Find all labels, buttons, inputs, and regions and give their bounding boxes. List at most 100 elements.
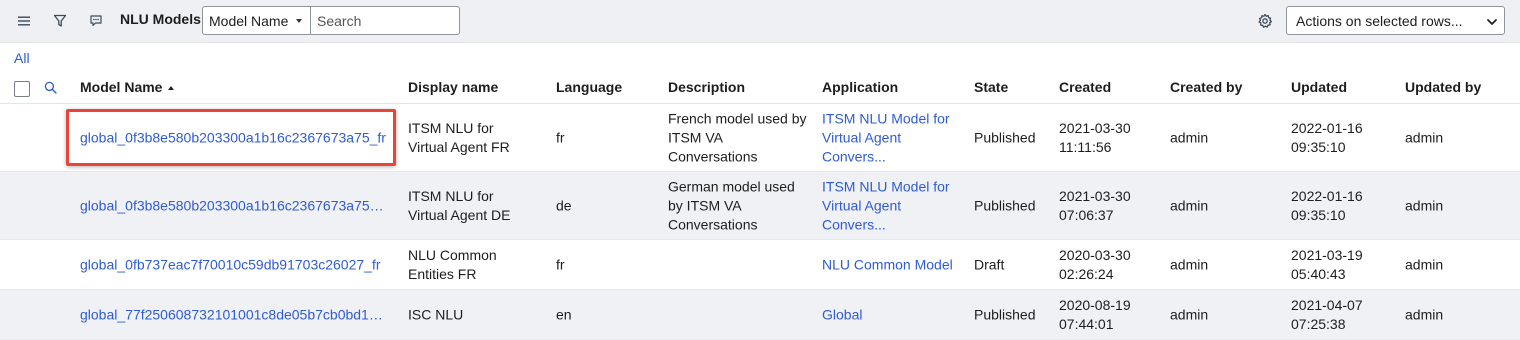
search-icon[interactable] — [44, 81, 57, 97]
application-line: ITSM NLU Model for — [822, 178, 950, 194]
application-line: Virtual Agent — [822, 129, 902, 145]
description-cell: German model used by ITSM VA Conversations — [668, 177, 795, 234]
table-row[interactable]: global_0fb737eac7f70010c59db91703c26027_… — [0, 240, 1520, 290]
updated-date: 2022-01-16 — [1291, 119, 1363, 136]
created-time: 07:06:37 — [1059, 206, 1114, 223]
updated-time: 05:40:43 — [1291, 265, 1346, 282]
column-header-updated[interactable]: Updated — [1291, 79, 1347, 95]
description-line: Conversations — [668, 216, 758, 232]
application-link[interactable]: NLU Common Model — [822, 255, 953, 274]
description-line: French model used by — [668, 110, 807, 126]
column-header-label: Model Name — [80, 79, 163, 95]
updated-date: 2022-01-16 — [1291, 187, 1363, 204]
updated-time: 09:35:10 — [1291, 138, 1346, 155]
updated-cell: 2021-04-07 07:25:38 — [1291, 296, 1363, 334]
display-name-cell: ISC NLU — [408, 305, 463, 324]
created-by-cell: admin — [1170, 197, 1209, 213]
updated-cell: 2022-01-16 09:35:10 — [1291, 119, 1363, 157]
updated-by-cell: admin — [1405, 129, 1444, 145]
model-name-link[interactable]: global_0f3b8e580b203300a1b16c2367673a75_… — [80, 196, 390, 215]
language-cell: en — [556, 306, 572, 322]
column-header-language[interactable]: Language — [556, 79, 622, 95]
display-name-cell: NLU Common Entities FR — [408, 246, 497, 284]
column-header-description[interactable]: Description — [668, 79, 745, 95]
application-line: Virtual Agent — [822, 197, 902, 213]
language-cell: de — [556, 197, 572, 213]
display-name-line: ITSM NLU for — [408, 119, 494, 136]
application-line: Convers... — [822, 216, 886, 232]
display-name-cell: ITSM NLU for Virtual Agent FR — [408, 119, 510, 157]
model-name-link[interactable]: global_0f3b8e580b203300a1b16c2367673a75_… — [80, 128, 390, 147]
display-name-line: ITSM NLU for — [408, 187, 494, 204]
application-link[interactable]: ITSM NLU Model for Virtual Agent Convers..… — [822, 109, 950, 166]
model-name-link[interactable]: global_77f250608732101001c8de05b7cb0bd1_… — [80, 305, 390, 324]
created-cell: 2021-03-30 11:11:56 — [1059, 119, 1131, 157]
search-field-select-value: Model Name — [209, 12, 289, 29]
table-row[interactable]: global_0f3b8e580b203300a1b16c2367673a75_… — [0, 172, 1520, 240]
display-name-cell: ITSM NLU for Virtual Agent DE — [408, 187, 510, 225]
actions-select[interactable]: Actions on selected rows... — [1286, 6, 1505, 35]
column-header-created[interactable]: Created — [1059, 79, 1111, 95]
updated-time: 09:35:10 — [1291, 206, 1346, 223]
created-date: 2021-03-30 — [1059, 187, 1131, 204]
language-cell: fr — [556, 256, 565, 272]
column-header-updated-by[interactable]: Updated by — [1405, 79, 1481, 95]
created-cell: 2020-03-30 02:26:24 — [1059, 246, 1131, 284]
gear-icon[interactable] — [1254, 10, 1276, 32]
display-name-line: Virtual Agent FR — [408, 138, 510, 155]
table-header: Model Name Display name Language Descrip… — [0, 69, 1520, 104]
column-header-model-name[interactable]: Model Name — [80, 79, 175, 95]
application-line: NLU Common Model — [822, 256, 953, 272]
description-line: German model used — [668, 178, 795, 194]
application-link[interactable]: ITSM NLU Model for Virtual Agent Convers..… — [822, 177, 950, 234]
chat-bubble-icon[interactable] — [85, 10, 107, 32]
updated-cell: 2021-03-19 05:40:43 — [1291, 246, 1363, 284]
caret-down-icon — [296, 19, 302, 23]
hamburger-menu-icon[interactable] — [13, 10, 35, 32]
application-link[interactable]: Global — [822, 305, 862, 324]
state-cell: Published — [974, 129, 1036, 145]
state-cell: Published — [974, 306, 1036, 322]
table-row[interactable]: global_77f250608732101001c8de05b7cb0bd1_… — [0, 290, 1520, 340]
list-toolbar: NLU Models Model Name Actions on selecte… — [0, 0, 1520, 43]
created-time: 02:26:24 — [1059, 265, 1114, 282]
application-line: Convers... — [822, 148, 886, 164]
created-date: 2021-03-30 — [1059, 119, 1131, 136]
search-input[interactable] — [310, 6, 460, 35]
column-header-state[interactable]: State — [974, 79, 1008, 95]
display-name-line: Virtual Agent DE — [408, 206, 511, 223]
created-date: 2020-03-30 — [1059, 246, 1131, 263]
created-by-cell: admin — [1170, 306, 1209, 322]
table-row[interactable]: global_0f3b8e580b203300a1b16c2367673a75_… — [0, 104, 1520, 172]
search-field-select[interactable]: Model Name — [202, 6, 311, 35]
created-cell: 2021-03-30 07:06:37 — [1059, 187, 1131, 225]
created-date: 2020-08-19 — [1059, 296, 1131, 313]
updated-by-cell: admin — [1405, 197, 1444, 213]
updated-by-cell: admin — [1405, 306, 1444, 322]
state-cell: Published — [974, 197, 1036, 213]
description-line: Conversations — [668, 148, 758, 164]
application-line: ITSM NLU Model for — [822, 110, 950, 126]
display-name-line: NLU Common — [408, 246, 497, 263]
description-cell: French model used by ITSM VA Conversations — [668, 109, 807, 166]
language-cell: fr — [556, 129, 565, 145]
model-name-link[interactable]: global_0fb737eac7f70010c59db91703c26027_… — [80, 255, 390, 274]
select-all-checkbox[interactable] — [14, 81, 30, 97]
filter-funnel-icon[interactable] — [49, 10, 71, 32]
created-cell: 2020-08-19 07:44:01 — [1059, 296, 1131, 334]
updated-date: 2021-04-07 — [1291, 296, 1363, 313]
column-header-display-name[interactable]: Display name — [408, 79, 498, 95]
column-header-application[interactable]: Application — [822, 79, 898, 95]
state-cell: Draft — [974, 256, 1005, 272]
breadcrumb-all[interactable]: All — [14, 50, 30, 66]
sort-ascending-icon — [168, 86, 175, 90]
created-time: 07:44:01 — [1059, 315, 1114, 332]
list-title: NLU Models — [120, 11, 201, 27]
updated-by-cell: admin — [1405, 256, 1444, 272]
column-header-created-by[interactable]: Created by — [1170, 79, 1242, 95]
display-name-line: Entities FR — [408, 265, 477, 282]
updated-cell: 2022-01-16 09:35:10 — [1291, 187, 1363, 225]
created-by-cell: admin — [1170, 256, 1209, 272]
description-line: ITSM VA — [668, 129, 723, 145]
application-line: Global — [822, 306, 863, 322]
